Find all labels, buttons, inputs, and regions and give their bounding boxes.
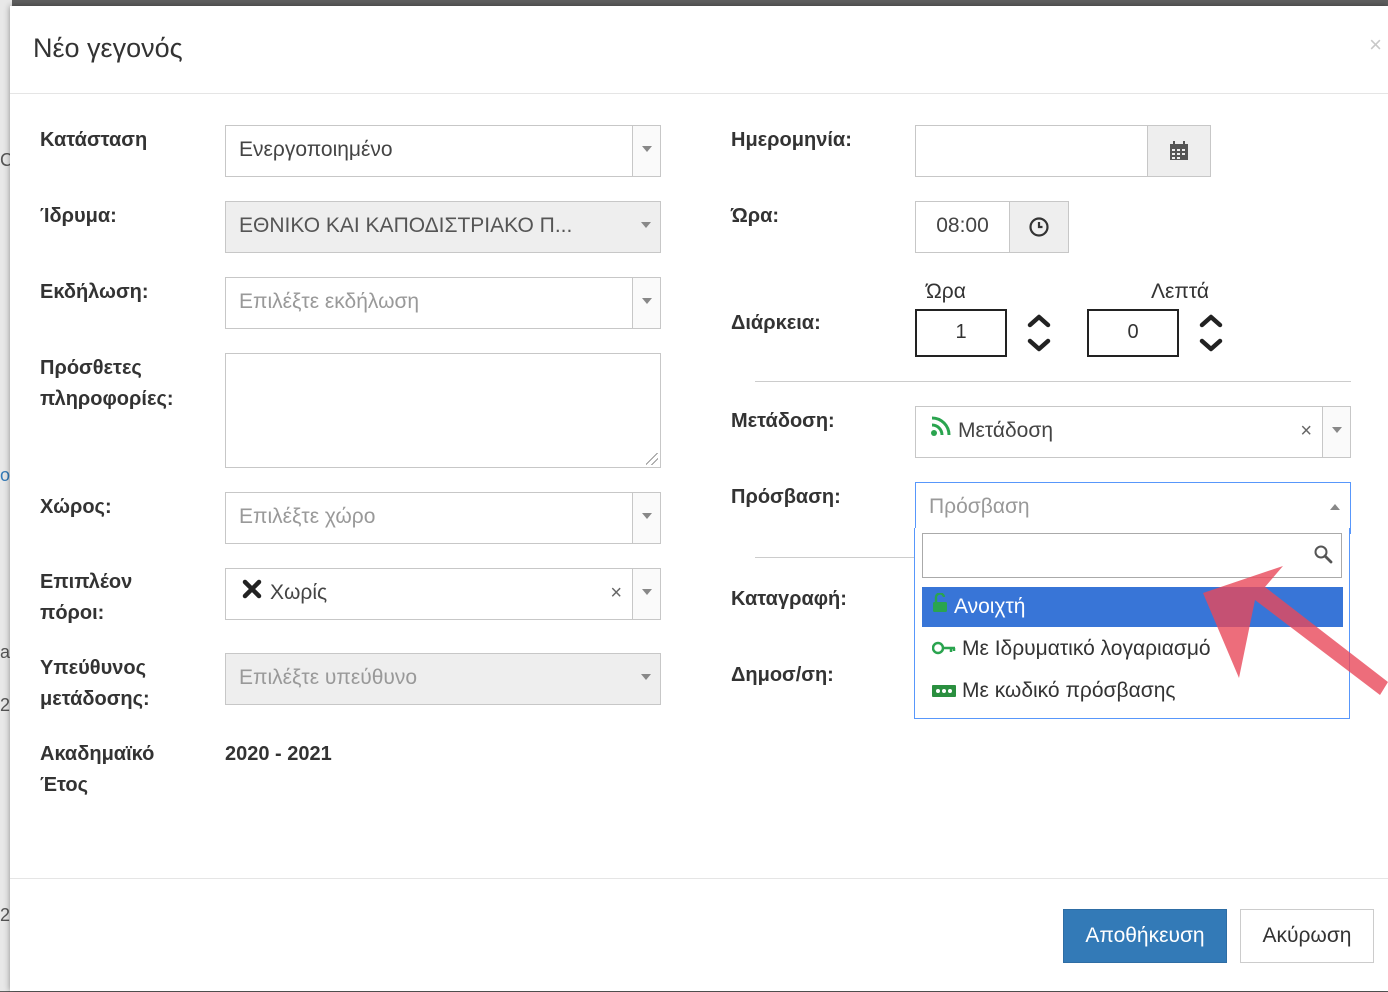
status-select[interactable]: Ενεργοποιημένο (225, 125, 661, 177)
date-label: Ημερομηνία: (731, 129, 852, 151)
institution-label: Ίδρυμα: (40, 205, 117, 227)
password-icon (932, 671, 956, 711)
modal-footer: Αποθήκευση Ακύρωση (10, 878, 1388, 992)
responsible-select[interactable]: Επιλέξτε υπεύθυνο (225, 653, 661, 705)
access-select[interactable]: Πρόσβαση (915, 482, 1351, 534)
duration-hours-input[interactable]: 1 (915, 309, 1007, 357)
duration-hours-label: Ώρα (926, 280, 966, 303)
event-label: Εκδήλωση: (40, 281, 149, 303)
chevron-down-icon[interactable] (632, 278, 660, 328)
broadcast-label: Μετάδοση: (731, 410, 835, 432)
access-label: Πρόσβαση: (731, 486, 841, 508)
background-text: o (0, 465, 11, 485)
clock-icon[interactable] (1009, 201, 1069, 253)
event-select[interactable]: Επιλέξτε εκδήλωση (225, 277, 661, 329)
clear-icon[interactable]: × (1300, 407, 1312, 455)
clear-icon[interactable]: × (610, 569, 622, 617)
academic-year-label: Ακαδημαϊκό Έτος (40, 743, 155, 796)
chevron-down-icon[interactable] (632, 654, 660, 704)
x-mark-icon (242, 569, 262, 617)
duration-label: Διάρκεια: (731, 312, 821, 334)
section-divider (755, 557, 917, 558)
resources-label: Επιπλέον πόροι: (40, 571, 133, 624)
responsible-label: Υπεύθυνος μετάδοσης: (40, 657, 150, 710)
info-label: Πρόσθετες πληροφορίες: (40, 357, 174, 410)
resources-select[interactable]: Χωρίς × (225, 568, 661, 620)
hours-spinner-icon[interactable] (1026, 309, 1052, 357)
space-label: Χώρος: (40, 496, 112, 518)
publication-label: Δημοσ/ση: (731, 664, 834, 686)
chevron-down-icon[interactable] (632, 126, 660, 176)
modal-title: Νέο γεγονός (33, 33, 183, 63)
chevron-down-icon[interactable] (1322, 407, 1350, 457)
time-label: Ώρα: (731, 205, 780, 227)
annotation-arrow (1203, 566, 1388, 695)
background-text: 2 (0, 905, 11, 925)
calendar-icon[interactable] (1147, 125, 1211, 177)
chevron-down-icon[interactable] (632, 202, 660, 252)
chevron-down-icon[interactable] (632, 569, 660, 619)
date-input[interactable] (915, 125, 1148, 177)
academic-year-value: 2020 - 2021 (225, 743, 332, 765)
chevron-up-icon[interactable] (1330, 504, 1340, 510)
background-text: 2 (0, 695, 11, 715)
time-input[interactable]: 08:00 (915, 201, 1010, 253)
unlock-icon (932, 587, 948, 627)
broadcast-select[interactable]: Μετάδοση × (915, 406, 1351, 458)
close-icon[interactable]: × (1369, 32, 1382, 58)
minutes-spinner-icon[interactable] (1198, 309, 1224, 357)
space-select[interactable]: Επιλέξτε χώρο (225, 492, 661, 544)
duration-minutes-label: Λεπτά (1151, 280, 1210, 303)
background-text: a (0, 642, 11, 662)
recording-label: Καταγραφή: (731, 588, 847, 610)
section-divider (755, 381, 1351, 382)
key-icon (931, 629, 956, 669)
modal-header: Νέο γεγονός × (10, 6, 1388, 94)
broadcast-icon (930, 407, 952, 455)
new-event-modal: Νέο γεγονός × Κατάσταση Ενεργοποιημένο Ί… (10, 6, 1388, 991)
status-label: Κατάσταση (40, 129, 148, 151)
cancel-button[interactable]: Ακύρωση (1240, 909, 1374, 963)
save-button[interactable]: Αποθήκευση (1063, 909, 1227, 963)
institution-select[interactable]: ΕΘΝΙΚΟ ΚΑΙ ΚΑΠΟΔΙΣΤΡΙΑΚΟ Π... (225, 201, 661, 253)
info-textarea[interactable] (225, 353, 661, 468)
chevron-down-icon[interactable] (632, 493, 660, 543)
duration-minutes-input[interactable]: 0 (1087, 309, 1179, 357)
resize-handle-icon[interactable] (646, 453, 658, 465)
